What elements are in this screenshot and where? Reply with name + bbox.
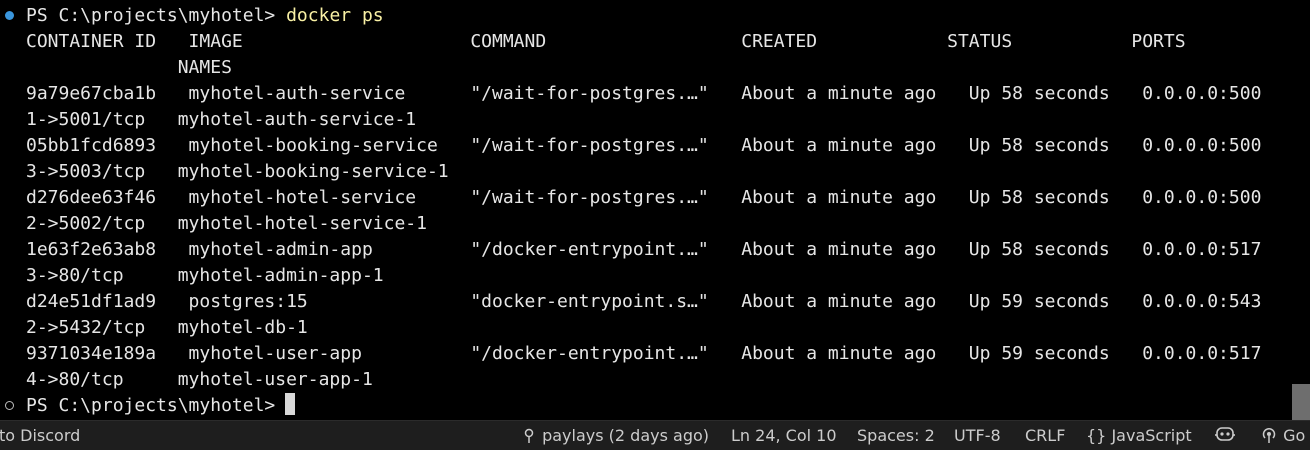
output-line: 9371034e189a myhotel-user-app "/docker-e…: [26, 343, 1262, 364]
output-line: 2->5002/tcp myhotel-hotel-service-1: [26, 213, 427, 234]
copilot-icon: [1215, 427, 1235, 441]
indentation-status[interactable]: Spaces: 2: [857, 421, 935, 450]
scrollbar-thumb[interactable]: [1292, 384, 1310, 420]
go-live-label: Go: [1283, 426, 1306, 445]
output-line: 9a79e67cba1b myhotel-auth-service "/wait…: [26, 83, 1262, 104]
discord-status[interactable]: to Discord: [0, 421, 80, 450]
output-line: 3->5003/tcp myhotel-booking-service-1: [26, 161, 449, 182]
language-mode-status[interactable]: {} JavaScript: [1086, 421, 1192, 450]
output-line: 3->80/tcp myhotel-admin-app-1: [26, 265, 384, 286]
encoding-status[interactable]: UTF-8: [954, 421, 1001, 450]
git-blame-status[interactable]: paylays (2 days ago): [521, 421, 709, 450]
output-line: 1->5001/tcp myhotel-auth-service-1: [26, 109, 417, 130]
terminal-panel[interactable]: PS C:\projects\myhotel> docker ps CONTAI…: [0, 0, 1310, 420]
git-commit-icon: [524, 428, 534, 443]
cursor-position-status[interactable]: Ln 24, Col 10: [731, 421, 837, 450]
output-line: 1e63f2e63ab8 myhotel-admin-app "/docker-…: [26, 239, 1262, 260]
command-success-indicator[interactable]: [5, 11, 14, 20]
output-line: CONTAINER ID IMAGE COMMAND CREATED STATU…: [26, 31, 1186, 52]
command-line: PS C:\projects\myhotel> docker ps: [26, 3, 384, 29]
broadcast-icon: [1262, 427, 1276, 443]
text-cursor: [285, 393, 296, 415]
git-blame-label: paylays (2 days ago): [542, 426, 710, 445]
scrollbar-track[interactable]: [1287, 0, 1310, 420]
braces-icon: {}: [1086, 426, 1107, 445]
language-label: JavaScript: [1111, 426, 1192, 445]
output-line: 4->80/tcp myhotel-user-app-1: [26, 369, 373, 390]
go-live-status[interactable]: Go: [1260, 421, 1305, 450]
prompt: PS C:\projects\myhotel>: [26, 5, 276, 26]
copilot-status[interactable]: [1214, 421, 1236, 450]
command-pending-indicator[interactable]: [5, 401, 14, 410]
status-bar: to Discord paylays (2 days ago) Ln 24, C…: [0, 420, 1310, 450]
output-line: NAMES: [26, 57, 232, 78]
output-line: 2->5432/tcp myhotel-db-1: [26, 317, 308, 338]
line-ending-status[interactable]: CRLF: [1025, 421, 1065, 450]
output-line: d24e51df1ad9 postgres:15 "docker-entrypo…: [26, 291, 1262, 312]
prompt: PS C:\projects\myhotel>: [26, 395, 276, 416]
output-line: d276dee63f46 myhotel-hotel-service "/wai…: [26, 187, 1262, 208]
output-line: 05bb1fcd6893 myhotel-booking-service "/w…: [26, 135, 1262, 156]
command-text: docker ps: [286, 5, 384, 26]
active-prompt-line[interactable]: PS C:\projects\myhotel>: [26, 393, 296, 419]
